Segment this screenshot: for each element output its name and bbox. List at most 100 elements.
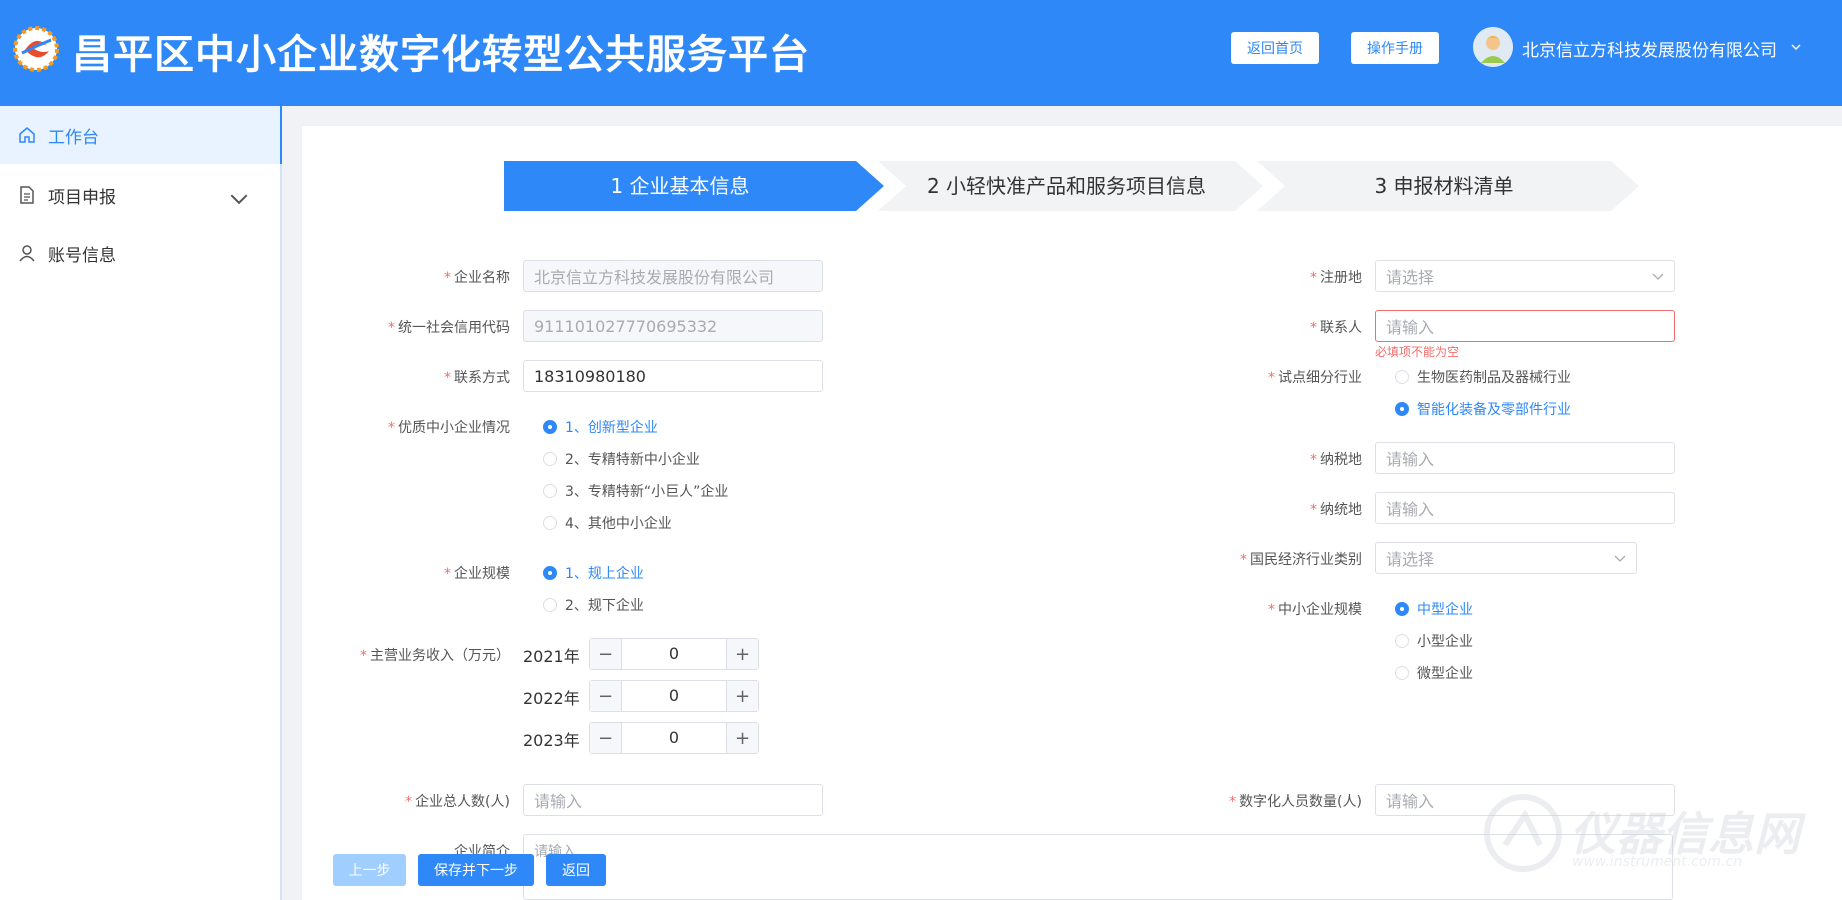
- step-1-label: 1 企业基本信息: [610, 174, 750, 198]
- sme-scale-label-text: 中小企业规模: [1278, 602, 1362, 618]
- sidebar-item-account[interactable]: 账号信息: [0, 224, 282, 282]
- scale-option-2[interactable]: 2、规下企业: [543, 595, 644, 615]
- required-mark: *: [1310, 502, 1317, 518]
- revenue-2021-stepper[interactable]: − 0 +: [589, 638, 759, 670]
- sidebar-item-project[interactable]: 项目申报: [0, 166, 282, 224]
- contact-person-input[interactable]: 请输入: [1375, 310, 1675, 342]
- step-3-label: 3 申报材料清单: [1374, 174, 1514, 198]
- digital-staff-label: * 数字化人员数量(人): [1162, 791, 1362, 811]
- minus-button[interactable]: −: [590, 723, 622, 753]
- minus-button[interactable]: −: [590, 681, 622, 711]
- save-next-button[interactable]: 保存并下一步: [418, 854, 534, 886]
- user-company-name[interactable]: 北京信立方科技发展股份有限公司: [1522, 36, 1777, 61]
- revenue-label-text: 主营业务收入（万元）: [370, 648, 510, 664]
- revenue-2022-stepper[interactable]: − 0 +: [589, 680, 759, 712]
- sidebar-item-workbench[interactable]: 工作台: [0, 106, 282, 164]
- plus-button[interactable]: +: [726, 639, 758, 669]
- radio-label: 4、其他中小企业: [565, 516, 672, 532]
- chevron-down-icon: [1614, 555, 1626, 562]
- step-progress: 1 企业基本信息 2 小轻快准产品和服务项目信息 3 申报材料清单: [504, 161, 1639, 211]
- required-mark: *: [1229, 794, 1237, 810]
- radio-dot: [1395, 634, 1409, 648]
- reg-place-select[interactable]: 请选择: [1375, 260, 1675, 292]
- stepper-value[interactable]: 0: [622, 681, 726, 711]
- total-staff-input[interactable]: 请输入: [523, 784, 823, 816]
- sme-scale-label: * 中小企业规模: [1162, 599, 1362, 619]
- contact-field[interactable]: 18310980180: [523, 360, 823, 392]
- platform-logo-icon: [13, 26, 59, 72]
- pilot-industry-option-2[interactable]: 智能化装备及零部件行业: [1395, 399, 1571, 419]
- stepper-value[interactable]: 0: [622, 723, 726, 753]
- required-mark: *: [444, 566, 451, 582]
- select-placeholder: 请选择: [1386, 550, 1435, 569]
- scale-label: * 企业规模: [360, 563, 510, 583]
- required-mark: *: [388, 420, 395, 436]
- quality-option-1[interactable]: 1、创新型企业: [543, 417, 658, 437]
- sme-scale-option-3[interactable]: 微型企业: [1395, 663, 1473, 683]
- reg-place-label: * 注册地: [1162, 267, 1362, 287]
- user-icon: [19, 245, 35, 262]
- home-icon: [19, 127, 35, 143]
- radio-dot: [543, 420, 557, 434]
- plus-button[interactable]: +: [726, 723, 758, 753]
- sme-scale-option-2[interactable]: 小型企业: [1395, 631, 1473, 651]
- quality-option-3[interactable]: 3、专精特新“小巨人”企业: [543, 481, 728, 501]
- step-2[interactable]: 2 小轻快准产品和服务项目信息: [878, 161, 1263, 211]
- pilot-industry-label: * 试点细分行业: [1162, 367, 1362, 387]
- manual-button[interactable]: 操作手册: [1351, 32, 1439, 64]
- industry-category-select[interactable]: 请选择: [1375, 542, 1637, 574]
- plus-button[interactable]: +: [726, 681, 758, 711]
- back-button[interactable]: 返回: [546, 854, 606, 886]
- quality-option-2[interactable]: 2、专精特新中小企业: [543, 449, 700, 469]
- reg-place-label-text: 注册地: [1320, 270, 1362, 286]
- pilot-industry-option-1[interactable]: 生物医药制品及器械行业: [1395, 367, 1571, 387]
- prev-step-button[interactable]: 上一步: [333, 854, 406, 886]
- radio-label: 微型企业: [1417, 666, 1473, 682]
- radio-label: 生物医药制品及器械行业: [1417, 370, 1571, 386]
- contact-person-error: 必填项不能为空: [1375, 345, 1460, 359]
- radio-label: 智能化装备及零部件行业: [1417, 402, 1571, 418]
- company-name-label-text: 企业名称: [454, 270, 510, 286]
- avatar[interactable]: [1473, 27, 1513, 67]
- radio-label: 小型企业: [1417, 634, 1473, 650]
- step-1[interactable]: 1 企业基本信息: [504, 161, 884, 211]
- credit-code-label-text: 统一社会信用代码: [398, 320, 510, 336]
- stepper-value[interactable]: 0: [622, 639, 726, 669]
- step-2-label: 2 小轻快准产品和服务项目信息: [926, 174, 1207, 198]
- scale-option-1[interactable]: 1、规上企业: [543, 563, 644, 583]
- chevron-down-icon: [1652, 273, 1664, 280]
- document-icon: [20, 186, 34, 204]
- digital-staff-label-text: 数字化人员数量(人): [1239, 794, 1362, 810]
- tax-place-label: * 纳税地: [1162, 449, 1362, 469]
- radio-label: 3、专精特新“小巨人”企业: [565, 484, 729, 500]
- select-placeholder: 请选择: [1386, 268, 1435, 287]
- chevron-down-icon[interactable]: [230, 190, 248, 208]
- quality-label-text: 优质中小企业情况: [398, 420, 510, 436]
- minus-button[interactable]: −: [590, 639, 622, 669]
- sme-scale-option-1[interactable]: 中型企业: [1395, 599, 1473, 619]
- home-button[interactable]: 返回首页: [1231, 32, 1319, 64]
- radio-dot: [543, 452, 557, 466]
- industry-category-label: * 国民经济行业类别: [1162, 549, 1362, 569]
- stat-place-label-text: 纳统地: [1320, 502, 1362, 518]
- chevron-down-icon[interactable]: [1790, 41, 1802, 53]
- step-3[interactable]: 3 申报材料清单: [1257, 161, 1639, 211]
- sidebar-item-label: 账号信息: [48, 245, 116, 266]
- revenue-2023-stepper[interactable]: − 0 +: [589, 722, 759, 754]
- required-mark: *: [1240, 552, 1247, 568]
- radio-dot: [1395, 602, 1409, 616]
- radio-dot: [1395, 402, 1409, 416]
- radio-label: 中型企业: [1417, 602, 1473, 618]
- contact-label-text: 联系方式: [454, 370, 510, 386]
- tax-place-input[interactable]: 请输入: [1375, 442, 1675, 474]
- quality-option-4[interactable]: 4、其他中小企业: [543, 513, 672, 533]
- stat-place-label: * 纳统地: [1162, 499, 1362, 519]
- radio-dot: [543, 566, 557, 580]
- year-2021-label: 2021年: [523, 647, 580, 666]
- scale-label-text: 企业规模: [454, 566, 510, 582]
- contact-label: * 联系方式: [360, 367, 510, 387]
- stat-place-input[interactable]: 请输入: [1375, 492, 1675, 524]
- required-mark: *: [444, 370, 451, 386]
- credit-code-label: * 统一社会信用代码: [360, 317, 510, 337]
- required-mark: *: [360, 648, 367, 664]
